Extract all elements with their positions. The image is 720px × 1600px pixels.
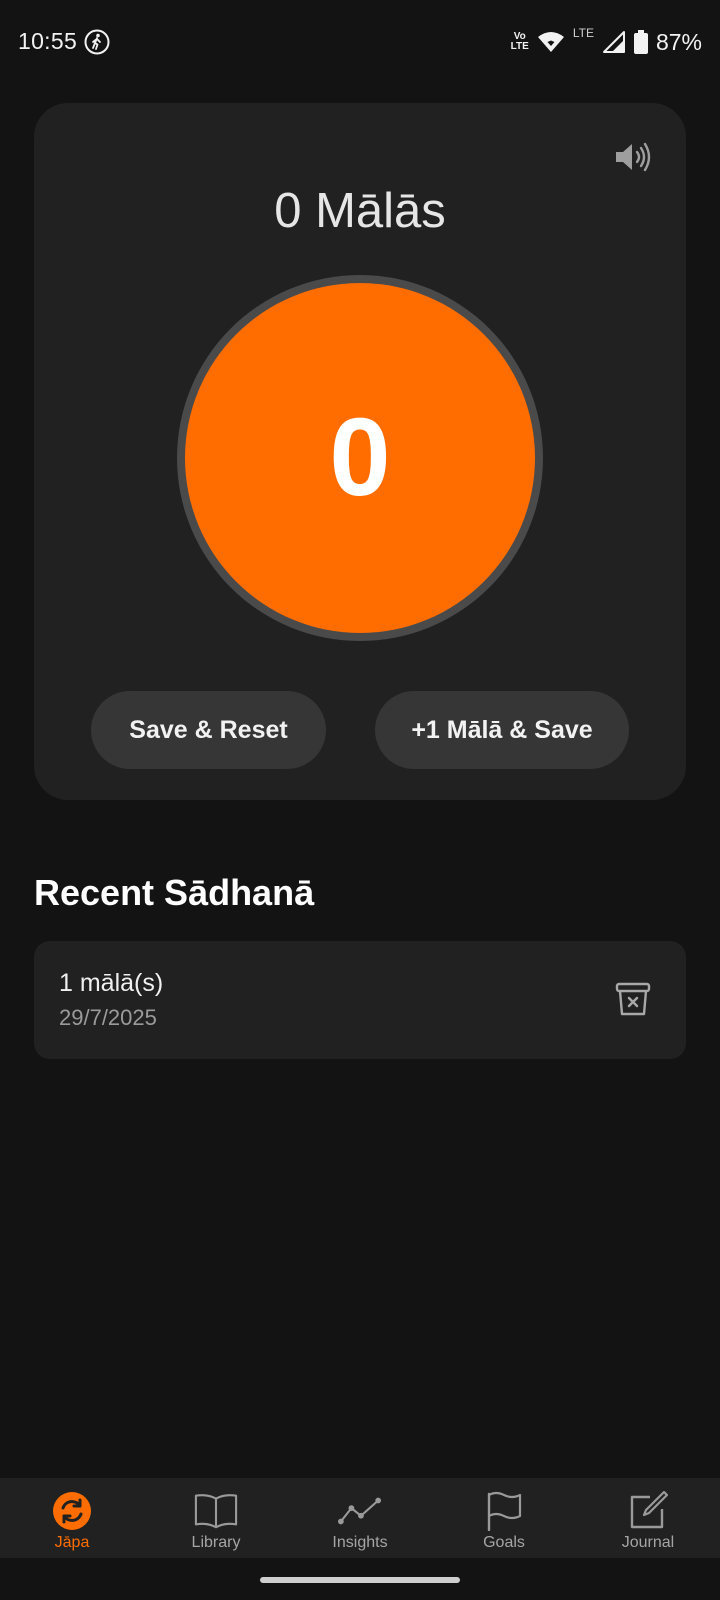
counter-card: 0 Mālās 0 Save & Reset +1 Mālā & Save	[34, 103, 686, 800]
edit-icon	[630, 1491, 668, 1529]
status-time: 10:55	[18, 28, 78, 54]
delete-icon	[615, 982, 651, 1016]
volume-icon	[616, 142, 651, 172]
nav-label-goals: Goals	[483, 1534, 525, 1551]
status-bar: 10:55 Vo LTE LTE 87%	[0, 0, 720, 84]
nav-label-japa: Jāpa	[54, 1534, 90, 1551]
volte-bottom: LTE	[510, 41, 529, 52]
status-icons: Vo LTE LTE 87%	[511, 26, 702, 56]
walking-icon	[84, 29, 110, 55]
bead-count: 0	[329, 396, 391, 519]
session-count: 1 mālā(s)	[59, 969, 164, 997]
lte-label: LTE	[572, 26, 594, 40]
nav-item-journal[interactable]: Journal	[576, 1478, 720, 1558]
add-mala-save-button[interactable]: +1 Mālā & Save	[375, 691, 629, 769]
volte-icon: Vo LTE	[511, 32, 529, 52]
nav-item-library[interactable]: Library	[144, 1478, 288, 1558]
nav-item-goals[interactable]: Goals	[432, 1478, 576, 1558]
bottom-navigation: Jāpa Library Insights Goals Journal	[0, 1478, 720, 1558]
mala-count: 0 Mālās	[274, 184, 446, 238]
nav-label-insights: Insights	[332, 1534, 388, 1551]
gesture-area	[0, 1558, 720, 1600]
nav-label-journal: Journal	[621, 1534, 675, 1551]
sound-toggle-button[interactable]	[612, 139, 654, 175]
counter-ring: 0	[177, 275, 543, 641]
wifi-icon	[537, 32, 564, 52]
signal-icon	[602, 31, 625, 53]
count-tap-button[interactable]: 0	[185, 283, 535, 633]
battery-icon	[633, 30, 648, 54]
nav-label-library: Library	[191, 1534, 241, 1551]
session-date: 29/7/2025	[59, 1005, 157, 1030]
save-reset-button[interactable]: Save & Reset	[91, 691, 326, 769]
book-icon	[194, 1494, 238, 1529]
recent-section-title: Recent Sādhanā	[34, 872, 315, 913]
flag-icon	[487, 1491, 522, 1531]
list-item: 1 mālā(s) 29/7/2025	[34, 941, 686, 1059]
home-gesture-bar[interactable]	[260, 1577, 460, 1583]
nav-item-japa[interactable]: Jāpa	[0, 1478, 144, 1558]
battery-percentage: 87%	[655, 28, 702, 55]
delete-session-button[interactable]	[614, 981, 652, 1017]
japa-icon	[53, 1492, 91, 1530]
nav-item-insights[interactable]: Insights	[288, 1478, 432, 1558]
chart-line-icon	[338, 1497, 382, 1525]
